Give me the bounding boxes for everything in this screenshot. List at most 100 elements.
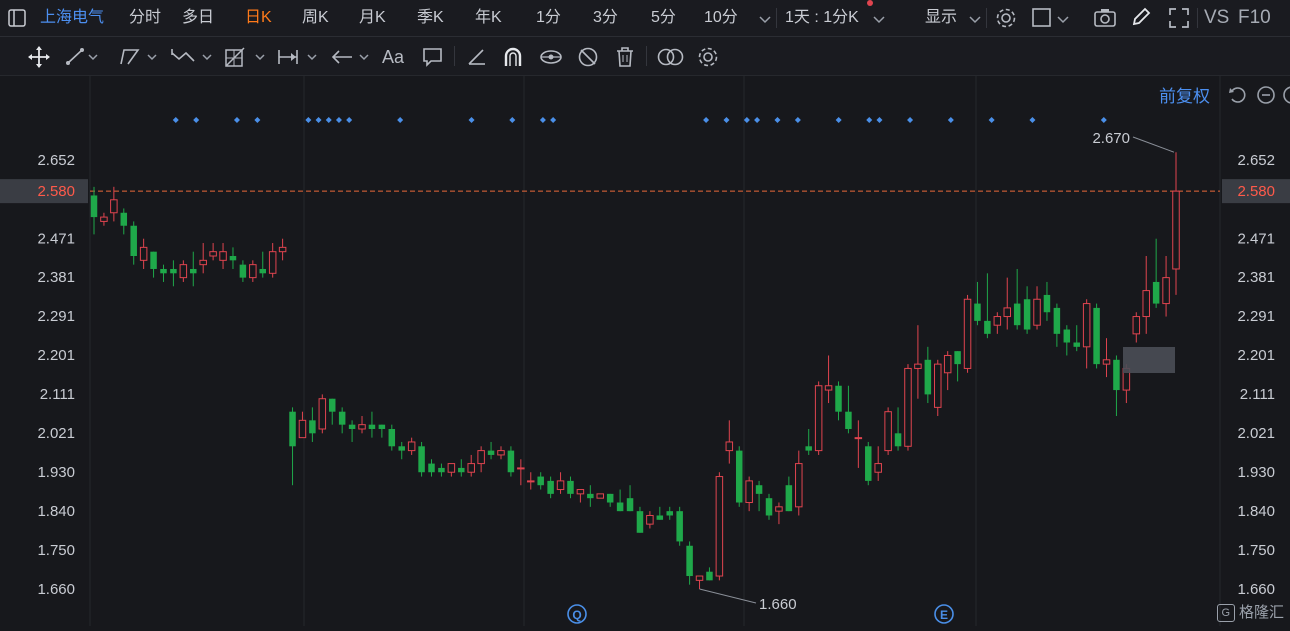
event-e-icon-label: E bbox=[940, 608, 948, 622]
candle-body-down bbox=[328, 398, 336, 412]
candle-body-up bbox=[854, 437, 863, 440]
text-tool-button[interactable]: Aa bbox=[382, 39, 404, 75]
selection-box bbox=[1123, 347, 1175, 373]
y-tick-label-left: 1.930 bbox=[37, 464, 75, 481]
candle-body-up bbox=[993, 316, 1002, 326]
y-tick-label-left: 2.111 bbox=[40, 386, 75, 403]
settings-icon[interactable] bbox=[697, 46, 719, 73]
y-tick-label-left: 2.291 bbox=[37, 308, 75, 325]
candle-body-up bbox=[100, 216, 108, 222]
camera-icon[interactable] bbox=[1094, 8, 1116, 33]
period-monthly-k[interactable]: 月K bbox=[359, 0, 386, 36]
period-yearly-k[interactable]: 年K bbox=[475, 0, 502, 36]
period-5min[interactable]: 5分 bbox=[651, 0, 676, 36]
divider bbox=[646, 46, 647, 66]
event-marker bbox=[988, 117, 995, 123]
period-1min[interactable]: 1分 bbox=[536, 0, 561, 36]
candle-body-down bbox=[845, 411, 852, 429]
layout-square-icon[interactable] bbox=[1032, 8, 1052, 33]
candle-body-down bbox=[1073, 342, 1080, 347]
candle-body-up bbox=[745, 480, 753, 504]
interval-selector[interactable]: 1天 : 1分K bbox=[785, 0, 859, 36]
delete-icon[interactable] bbox=[615, 46, 635, 73]
sidebar-toggle-icon[interactable] bbox=[8, 9, 26, 32]
event-marker bbox=[866, 117, 873, 123]
period-10min[interactable]: 10分 bbox=[704, 0, 738, 36]
candle-body-down bbox=[289, 411, 296, 447]
pencil-icon[interactable] bbox=[1130, 6, 1152, 33]
polyline-icon[interactable] bbox=[118, 47, 158, 72]
candle-body-down bbox=[636, 511, 644, 533]
line-icon[interactable] bbox=[65, 47, 99, 72]
candle-body-down bbox=[1063, 329, 1071, 343]
y-tick-label-right: 2.291 bbox=[1237, 308, 1275, 325]
period-weekly-k[interactable]: 周K bbox=[302, 0, 329, 36]
settings-gear-icon[interactable] bbox=[995, 7, 1017, 34]
period-quarterly-k[interactable]: 季K bbox=[417, 0, 444, 36]
candle-body-up bbox=[715, 476, 724, 577]
magnet-icon[interactable] bbox=[502, 46, 524, 73]
top-bar: 上海电气 分时 多日 日K 周K 月K 季K 年K 1分 3分 5分 10分 1… bbox=[0, 0, 1290, 37]
y-tick-label-right: 1.750 bbox=[1237, 542, 1275, 559]
wave-icon[interactable] bbox=[170, 47, 214, 72]
candle-body-down bbox=[438, 467, 445, 473]
ruler-icon[interactable] bbox=[466, 47, 488, 72]
stock-name[interactable]: 上海电气 bbox=[40, 0, 104, 36]
arrow-icon[interactable] bbox=[330, 47, 374, 72]
candle-body-up bbox=[904, 367, 912, 447]
move-icon[interactable] bbox=[27, 45, 51, 74]
period-3min[interactable]: 3分 bbox=[593, 0, 618, 36]
candle-body-up bbox=[1102, 359, 1111, 365]
candle-body-up bbox=[447, 463, 456, 473]
fullscreen-icon[interactable] bbox=[1168, 7, 1190, 34]
display-menu[interactable]: 显示 bbox=[925, 0, 957, 36]
candle-body-down bbox=[1013, 303, 1021, 326]
event-marker bbox=[754, 117, 761, 123]
more-periods-chevron-icon[interactable] bbox=[759, 12, 771, 30]
eye-link-icon[interactable] bbox=[539, 46, 563, 73]
candle-body-down bbox=[160, 268, 167, 274]
min-price-label: 1.660 bbox=[759, 596, 797, 613]
candle-body-up bbox=[646, 514, 654, 525]
overlay-icon[interactable] bbox=[657, 47, 685, 72]
candle-body-down bbox=[388, 428, 396, 447]
period-intraday[interactable]: 分时 bbox=[129, 0, 161, 36]
period-multiday[interactable]: 多日 bbox=[182, 0, 214, 36]
candle-body-down bbox=[706, 571, 713, 581]
candle-body-up bbox=[527, 480, 535, 483]
candle-body-down bbox=[865, 446, 872, 481]
layout-chevron-icon[interactable] bbox=[1057, 12, 1069, 30]
comment-icon[interactable] bbox=[422, 46, 444, 73]
candle-body-down bbox=[626, 498, 634, 512]
candle-body-up bbox=[477, 450, 485, 465]
interval-chevron-icon[interactable] bbox=[873, 12, 885, 30]
candle-body-down bbox=[547, 480, 554, 494]
y-tick-label-right: 1.840 bbox=[1237, 503, 1275, 520]
range-icon[interactable] bbox=[276, 47, 320, 72]
y-tick-label-right: 2.111 bbox=[1240, 386, 1275, 403]
grid-measure-icon[interactable] bbox=[224, 46, 268, 73]
f10-button[interactable]: F10 bbox=[1238, 0, 1271, 36]
vs-button[interactable]: VS bbox=[1204, 0, 1229, 36]
kline-chart-svg[interactable]: 2.652 2.652 2.471 2.471 2.381 2.381 2.291 2.291… bbox=[0, 76, 1290, 626]
candle-body-up bbox=[795, 463, 803, 508]
candle-body-up bbox=[318, 398, 327, 430]
event-marker bbox=[305, 117, 312, 123]
kline-chart[interactable]: 2.652 2.652 2.471 2.471 2.381 2.381 2.291 2.291… bbox=[0, 76, 1290, 626]
candle-body-up bbox=[497, 450, 505, 456]
candle-body-up bbox=[139, 246, 148, 261]
candle-body-down bbox=[398, 446, 405, 451]
period-daily-k[interactable]: 日K bbox=[245, 0, 272, 36]
event-q-icon-label: Q bbox=[572, 608, 581, 622]
candle-body-down bbox=[150, 251, 157, 269]
candle-body-down bbox=[755, 485, 763, 494]
event-marker bbox=[1100, 117, 1107, 123]
hide-icon[interactable] bbox=[577, 46, 599, 73]
candle-body-down bbox=[418, 446, 425, 473]
display-chevron-icon[interactable] bbox=[969, 12, 981, 30]
candle-body-down bbox=[368, 424, 376, 429]
candle-body-down bbox=[735, 450, 743, 503]
candle-body-up bbox=[278, 246, 287, 253]
y-tick-label-left: 1.840 bbox=[37, 503, 75, 520]
candle-body-down bbox=[785, 485, 793, 512]
